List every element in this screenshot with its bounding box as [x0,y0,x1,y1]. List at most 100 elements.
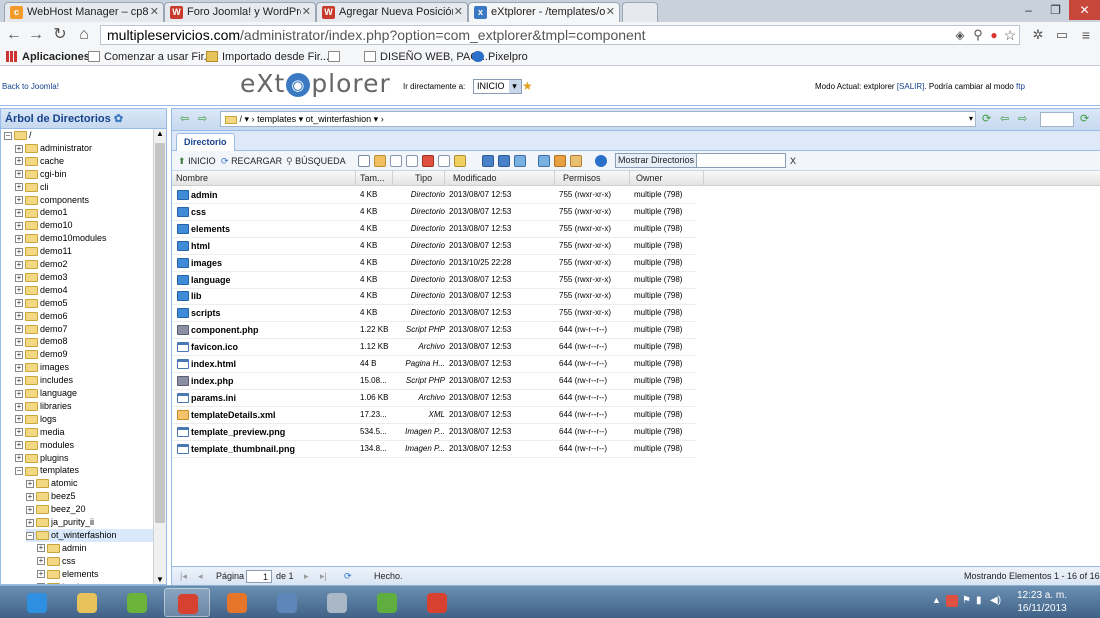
table-row[interactable]: index.html 44 B Pagina H... 2013/08/07 12:5… [172,356,696,373]
refresh-icon[interactable]: ⟳ [344,570,352,583]
path-current[interactable]: ot_winterfashion [306,114,372,124]
file-name-cell[interactable]: template_thumbnail.png [172,441,356,457]
file-name-cell[interactable]: index.php [172,373,356,389]
expand-icon[interactable]: + [26,479,34,488]
tab-directorio[interactable]: Directorio [176,133,235,151]
tree-node[interactable]: + beez5 [26,490,153,503]
expand-icon[interactable]: + [26,492,34,501]
tree-node[interactable]: + atomic [26,477,153,490]
tree-node[interactable]: + demo9 [15,348,153,361]
expand-icon[interactable]: + [15,415,23,424]
home-icon[interactable]: ⌂ [74,25,94,45]
copy-icon[interactable] [390,155,402,167]
tree-node[interactable]: + beez_20 [26,503,153,516]
nav-forward-icon[interactable]: ⇨ [198,112,207,125]
scrollbar-thumb[interactable] [155,143,165,523]
table-row[interactable]: elements 4 KB Directorio 2013/08/07 12:53 75… [172,221,696,238]
refresh-icon[interactable]: ⟳ [1080,112,1089,125]
table-row[interactable]: language 4 KB Directorio 2013/08/07 12:53 75… [172,272,696,289]
taskbar-button[interactable] [164,588,210,617]
file-name-cell[interactable]: scripts [172,305,356,321]
next-page-icon[interactable]: ▸ [304,570,309,583]
tree-node[interactable]: + demo2 [15,258,153,271]
download-icon[interactable] [514,155,526,167]
taskbar-button[interactable] [114,588,160,617]
expand-icon[interactable]: + [37,583,45,584]
tree-node[interactable]: + demo4 [15,284,153,297]
reload-button[interactable]: ⟳ RECARGAR [221,154,282,168]
search-button[interactable]: ⚲ BÚSQUEDA [286,154,346,168]
bookmark-star-icon[interactable]: ☆ [1000,25,1020,45]
file-name-cell[interactable]: favicon.ico [172,339,356,355]
goto-select[interactable]: INICIO [473,79,522,94]
last-page-icon[interactable]: ▸| [320,570,327,583]
expand-icon[interactable]: + [15,363,23,372]
table-row[interactable]: images 4 KB Directorio 2013/10/25 22:28 755 … [172,255,696,272]
expand-icon[interactable]: + [37,570,45,579]
taskbar-button[interactable] [364,588,410,617]
tree-node[interactable]: + html [37,581,153,584]
collapse-icon[interactable]: − [26,531,34,540]
table-row[interactable]: params.ini 1.06 KB Archivo 2013/08/07 12:53… [172,390,696,407]
expand-icon[interactable]: + [15,454,23,463]
column-header-name[interactable]: Nombre [172,171,356,186]
chevron-down-icon[interactable]: ▾ [969,112,973,126]
expand-icon[interactable]: + [15,196,23,205]
tree-node[interactable]: + cgi-bin [15,168,153,181]
tree-node[interactable]: + demo11 [15,245,153,258]
file-name-cell[interactable]: admin [172,187,356,203]
table-row[interactable]: favicon.ico 1.12 KB Archivo 2013/08/07 12:5… [172,339,696,357]
tree-scrollbar[interactable]: ▲ ▼ [153,129,166,584]
file-name-cell[interactable]: template_preview.png [172,424,356,440]
expand-icon[interactable]: + [15,402,23,411]
tree-node[interactable]: + css [37,555,153,568]
tree-node[interactable]: + elements [37,568,153,581]
expand-icon[interactable]: + [15,273,23,282]
file-name-cell[interactable]: css [172,204,356,220]
expand-icon[interactable]: + [15,247,23,256]
expand-icon[interactable]: + [15,234,23,243]
new-tab-button[interactable] [622,2,658,22]
tree-node[interactable]: + components [15,194,153,207]
taskbar-button[interactable] [214,588,260,617]
column-header-size[interactable]: Tam... [356,171,393,186]
help-icon[interactable] [595,155,607,167]
show-hidden-icons[interactable]: ▲ [932,595,941,605]
expand-icon[interactable]: + [15,441,23,450]
bookmark-comenzar[interactable]: Comenzar a usar Fir... [86,49,213,65]
file-name-cell[interactable]: index.html [172,356,356,372]
collapse-icon[interactable]: − [4,131,12,140]
clear-filter-button[interactable]: X [790,154,796,168]
tree-node[interactable]: + demo8 [15,335,153,348]
expand-icon[interactable]: + [15,338,23,347]
tree-node[interactable]: + cli [15,181,153,194]
table-row[interactable]: template_thumbnail.png 134.8... Imagen P..… [172,441,696,458]
expand-icon[interactable]: + [15,157,23,166]
tree-node[interactable]: + plugins [15,452,153,465]
file-name-cell[interactable]: images [172,255,356,271]
expand-icon[interactable]: + [15,221,23,230]
expand-icon[interactable]: + [37,557,45,566]
scroll-up-icon[interactable]: ▲ [156,129,164,138]
taskbar-button[interactable] [264,588,310,617]
tree-node[interactable]: + demo1 [15,206,153,219]
taskbar-button[interactable] [64,588,110,617]
chmod-icon[interactable] [454,155,466,167]
nav-back-icon[interactable]: ⇦ [180,112,189,125]
expand-icon[interactable]: + [15,170,23,179]
browser-tab-foro[interactable]: W Foro Joomla! y WordPress ✕ [164,2,316,22]
bookmark-pixelpro[interactable]: Pixelpro [470,49,528,65]
page-number-input[interactable]: 1 [246,570,272,583]
filter-input[interactable] [696,153,786,168]
column-header-type[interactable]: Tipo [393,171,445,186]
expand-icon[interactable]: + [15,286,23,295]
tree-node[interactable]: − / [4,129,153,142]
view-icon[interactable] [482,155,494,167]
file-name-cell[interactable]: lib [172,288,356,304]
expand-icon[interactable]: + [26,505,34,514]
tree-node[interactable]: + includes [15,374,153,387]
expand-icon[interactable]: + [15,299,23,308]
tree-node[interactable]: + libraries [15,400,153,413]
bookmark-importado[interactable]: Importado desde Fir... [204,49,329,65]
cast-icon[interactable]: ▭ [1052,25,1072,45]
